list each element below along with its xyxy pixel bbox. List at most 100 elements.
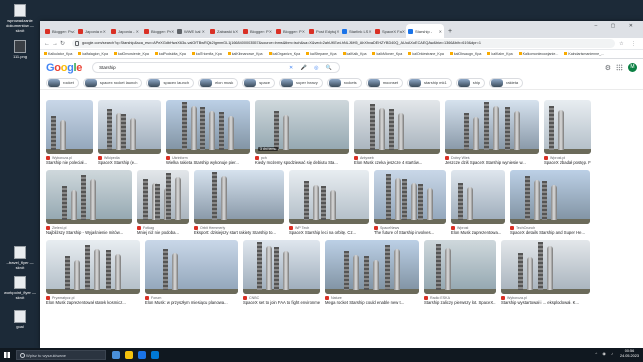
- result-title[interactable]: SpaceX details Starship and Super He...: [510, 230, 590, 236]
- result-thumbnail[interactable]: [46, 100, 93, 154]
- bookmark-item[interactable]: kalPodsidta_Kpa: [155, 52, 186, 56]
- result-title[interactable]: Starship nie poleciał...: [46, 160, 93, 166]
- result-thumbnail[interactable]: [445, 100, 539, 154]
- result-thumbnail[interactable]: [451, 170, 505, 224]
- gear-icon[interactable]: ⚙: [605, 64, 611, 72]
- search-box-icons[interactable]: ✕ 🎤 ◎ 🔍: [289, 63, 335, 73]
- image-result[interactable]: Forum Elon Musk: w przyszłym miesiącu pla…: [145, 240, 238, 306]
- close-icon[interactable]: ✕: [336, 29, 339, 34]
- result-title[interactable]: Mega rocket Starship could enable new t.…: [325, 300, 419, 306]
- result-thumbnail[interactable]: [501, 240, 590, 294]
- bookmark-item[interactable]: kalKalk_Kpa: [343, 52, 367, 56]
- image-result[interactable]: SpaceNews The future of Starship involves…: [374, 170, 446, 236]
- result-thumbnail[interactable]: [510, 170, 590, 224]
- browser-tab[interactable]: Blogger: Pr ✕: [142, 24, 174, 38]
- result-thumbnail[interactable]: [46, 240, 140, 294]
- result-thumbnail[interactable]: [137, 170, 189, 224]
- result-title[interactable]: Starship zaliczy pierwszy lot. SpaceX...: [424, 300, 496, 306]
- browser-menu-icons[interactable]: ☆ ⋮: [619, 41, 639, 47]
- desktop-icon[interactable]: 111.png: [3, 40, 37, 59]
- desktop-icon[interactable]: wprowadzanie dokumentów — skrót: [3, 4, 37, 33]
- image-result[interactable]: Ukrinform Wielka rakieta Starship wykonuj…: [166, 100, 250, 166]
- image-result[interactable]: Antyweb Elon Musk czeka jeszcze 4 startów…: [354, 100, 440, 166]
- google-logo[interactable]: Google: [46, 62, 82, 74]
- close-icon[interactable]: ✕: [439, 29, 442, 34]
- desktop-icon[interactable]: workpoint_flyer — skrót: [3, 276, 37, 300]
- browser-tab[interactable]: Japonia n ✕: [76, 24, 108, 38]
- result-thumbnail[interactable]: [46, 170, 132, 224]
- result-thumbnail[interactable]: [289, 170, 369, 224]
- window-controls[interactable]: – ▢ ✕: [595, 23, 639, 29]
- result-title[interactable]: SpaceX Starship leci na orbitę. Cz...: [289, 230, 369, 236]
- close-icon[interactable]: ✕: [269, 29, 272, 34]
- image-result[interactable]: CNBC SpaceX set to join FAA to fight envi…: [243, 240, 320, 306]
- image-result[interactable]: WP Tech SpaceX Starship leci na orbitę. C…: [289, 170, 369, 236]
- bookmark-item[interactable]: kalKibnanowe_Kpa: [228, 52, 263, 56]
- browser-tab[interactable]: Starlink LS ✕: [340, 24, 372, 38]
- related-search-chip[interactable]: rakieta: [489, 77, 524, 88]
- browser-tab[interactable]: Blogger: P ✕: [241, 24, 273, 38]
- result-thumbnail[interactable]: [424, 240, 496, 294]
- related-search-chip[interactable]: ship: [455, 77, 486, 88]
- result-title[interactable]: Jeszcze dziś SpaceX Starship wyniesie w.…: [445, 160, 539, 166]
- image-result[interactable]: Wyborcza.pl Starship wystartował i ... ek…: [501, 240, 590, 306]
- result-title[interactable]: The future of Starship involves...: [374, 230, 446, 236]
- start-button[interactable]: [0, 348, 14, 362]
- result-thumbnail[interactable]: [166, 100, 250, 154]
- result-thumbnail[interactable]: [544, 100, 591, 154]
- close-icon[interactable]: ✕: [103, 29, 106, 34]
- result-thumbnail[interactable]: 3 dni temu: [255, 100, 349, 154]
- new-tab-icon[interactable]: +: [448, 28, 452, 35]
- result-thumbnail[interactable]: [145, 240, 238, 294]
- related-search-chip[interactable]: super heavy: [278, 77, 323, 88]
- clock[interactable]: 00:56 24.05.2023: [620, 349, 639, 359]
- browser-tab[interactable]: SpaceX Fa ✕: [373, 24, 405, 38]
- browser-tab[interactable]: WWE kal ✕: [175, 24, 207, 38]
- task-view-icon[interactable]: [112, 351, 120, 359]
- image-result[interactable]: Wyborcza.pl Starship nie poleciał...: [46, 100, 93, 166]
- related-search-chip[interactable]: spacex launch: [146, 77, 195, 88]
- url-input[interactable]: google.com/search?q=Starship&sca_esv=APe…: [72, 39, 616, 48]
- image-result[interactable]: Orbit Hemmerly Eksport: dzisiejszy start …: [194, 170, 284, 236]
- image-result[interactable]: Dobry Wieś Jeszcze dziś SpaceX Starship w…: [445, 100, 539, 166]
- close-icon[interactable]: ✕: [235, 29, 238, 34]
- bookmark-item[interactable]: kalKalm_Kpa: [487, 52, 512, 56]
- result-title[interactable]: Elon Musk zaprezentowa...: [451, 230, 505, 236]
- bookmark-item[interactable]: kalTriomfia_Kpa: [192, 52, 222, 56]
- result-thumbnail[interactable]: [374, 170, 446, 224]
- bookmark-item[interactable]: kalOmowienie_Kpa: [114, 52, 149, 56]
- bookmark-item[interactable]: kalOrganizn_Kpa: [269, 52, 301, 56]
- related-search-chip[interactable]: spacex rocket launch: [82, 77, 143, 88]
- result-thumbnail[interactable]: [354, 100, 440, 154]
- image-result[interactable]: TechCrunch SpaceX details Starship and Su…: [510, 170, 590, 236]
- desktop-icon[interactable]: --travel_flyer — skrót: [3, 246, 37, 270]
- result-title[interactable]: SpaceX set to join FAA to fight environm…: [243, 300, 320, 306]
- forward-icon[interactable]: →: [52, 41, 60, 47]
- tray-icons[interactable]: ^ ◉ ♪: [595, 351, 615, 356]
- desktop-icon[interactable]: goal: [3, 310, 37, 329]
- image-result[interactable]: Radio ESKA Starship zaliczy pierwszy lot.…: [424, 240, 496, 306]
- result-title[interactable]: Najbliższy Starship - Wyjaśnienie mitów.…: [46, 230, 132, 236]
- image-result[interactable]: Pryzmatycz.pl Elon Musk zaprezentował sta…: [46, 240, 140, 306]
- bookmark-item[interactable]: kalkMioner_Kpa: [372, 52, 402, 56]
- file-explorer-icon[interactable]: [125, 351, 133, 359]
- related-search-chip[interactable]: rockets: [326, 77, 362, 88]
- mail-icon[interactable]: [151, 351, 159, 359]
- bookmark-item[interactable]: kalObsaugn_Kpa: [450, 52, 482, 56]
- related-search-chip[interactable]: elon musk: [198, 77, 239, 88]
- result-thumbnail[interactable]: [194, 170, 284, 224]
- browser-tab[interactable]: Post Edytuj ✕: [307, 24, 339, 38]
- search-input[interactable]: Starship ✕ 🎤 ◎ 🔍: [92, 62, 341, 73]
- reload-icon[interactable]: ↻: [60, 40, 68, 47]
- close-icon[interactable]: ✕: [368, 29, 371, 34]
- image-result[interactable]: Fotkag Mniej niż nie podoba...: [137, 170, 189, 236]
- chrome-icon[interactable]: [138, 351, 146, 359]
- image-result[interactable]: Wprost Elon Musk zaprezentowa...: [451, 170, 505, 236]
- close-icon[interactable]: ✕: [171, 29, 174, 34]
- browser-tab[interactable]: Blogger: P ✕: [274, 24, 306, 38]
- image-result[interactable]: Zieleni.pl Najbliższy Starship - Wyjaśnie…: [46, 170, 132, 236]
- back-icon[interactable]: ←: [44, 41, 52, 47]
- image-result[interactable]: Wikipedia SpaceX Starship (e...: [98, 100, 161, 166]
- result-title[interactable]: Elon Musk: w przyszłym miesiącu planowa.…: [145, 300, 238, 306]
- result-title[interactable]: Wielka rakieta Starship wykonuje pier...: [166, 160, 250, 166]
